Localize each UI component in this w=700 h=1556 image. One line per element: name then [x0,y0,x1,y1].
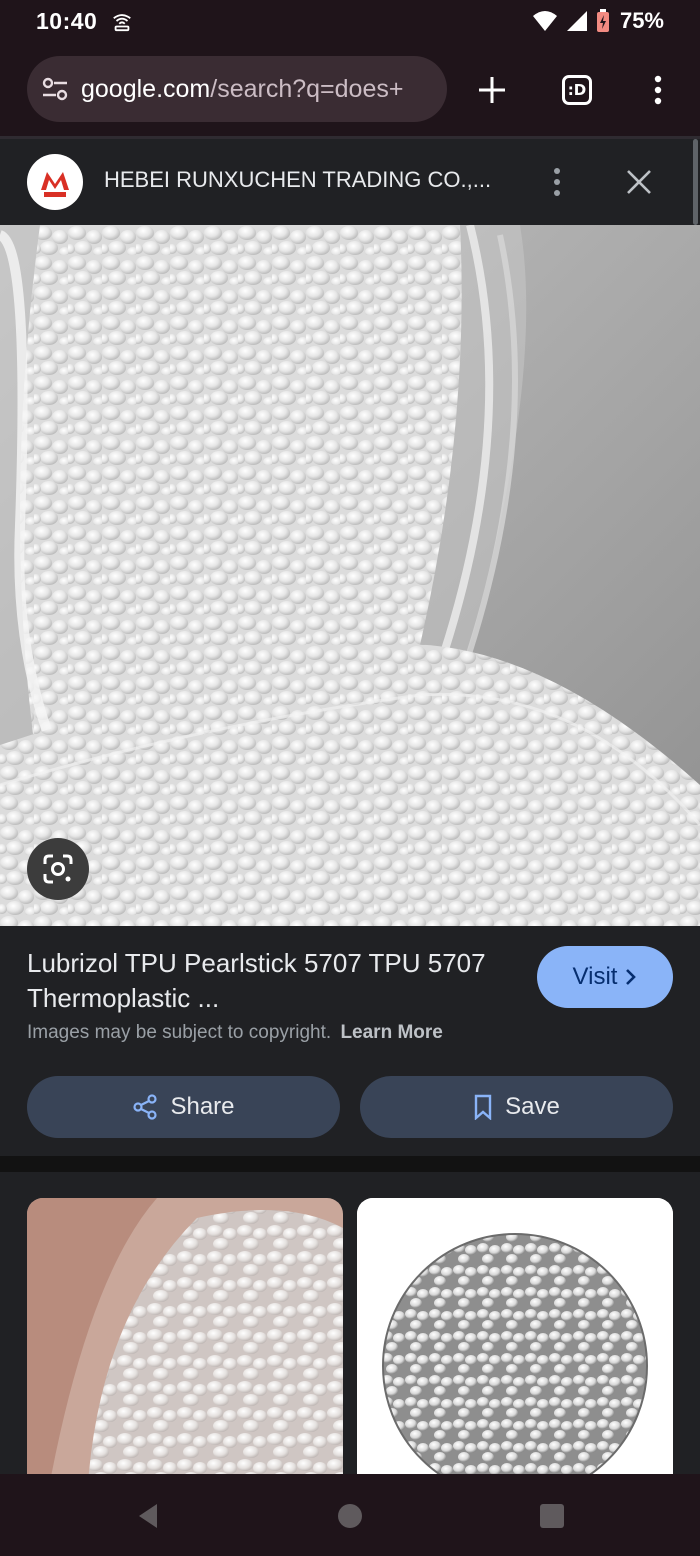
status-bar: 10:40 75% [0,0,700,42]
new-tab-button[interactable] [468,66,516,114]
result-title[interactable]: Lubrizol TPU Pearlstick 5707 TPU 5707 Th… [27,946,517,1016]
browser-menu-button[interactable] [634,66,682,114]
screen: 10:40 75% google.com/search?q=does+:D H… [0,0,700,1556]
more-vert-icon [654,75,662,105]
recents-button[interactable] [532,1496,572,1536]
new-tab-icon [479,77,505,103]
share-label: Share [170,1093,235,1120]
result-image[interactable] [0,225,700,926]
url-text[interactable]: google.com/search?q=does+ [81,75,403,104]
result-info-panel: Lubrizol TPU Pearlstick 5707 TPU 5707 Th… [0,926,700,1156]
tab-switcher-icon: :D [562,75,592,105]
pellets-image [0,225,700,926]
pellets-circle-image [357,1198,673,1474]
source-title[interactable]: HEBEI RUNXUCHEN TRADING CO.,... [104,167,514,193]
battery-icon [596,9,609,32]
pellets-in-hand-image [27,1198,343,1474]
learn-more-link[interactable]: Learn More [340,1022,442,1043]
section-divider [0,1156,700,1172]
copyright-text: Images may be subject to copyright. [27,1022,332,1043]
browser-toolbar: google.com/search?q=does+ :D [0,42,700,138]
related-image-hand[interactable] [27,1198,343,1474]
share-icon [133,1094,158,1120]
url-path: /search?q=does+ [210,74,404,103]
source-logo[interactable] [27,154,83,210]
hotspot-icon [113,14,132,32]
visit-label: Visit [572,963,618,990]
visit-button[interactable]: Visit [537,946,673,1008]
copyright-notice: Images may be subject to copyright. Lear… [27,1022,443,1044]
related-images-grid [0,1172,700,1474]
lens-icon [43,854,73,884]
recents-icon [540,1504,564,1528]
related-image-circle[interactable] [357,1198,673,1474]
close-icon [627,170,651,194]
site-settings-icon[interactable] [41,75,69,103]
status-icons: 75% [532,8,664,34]
source-menu-button[interactable] [534,159,580,205]
back-button[interactable] [128,1496,168,1536]
source-logo-icon [34,161,76,203]
home-button[interactable] [330,1496,370,1536]
more-vert-icon [554,168,560,196]
url-host: google.com [81,74,211,103]
google-lens-button[interactable] [27,838,89,900]
save-label: Save [505,1093,560,1120]
scrollbar-thumb[interactable] [693,139,698,225]
back-icon [139,1504,157,1528]
close-button[interactable] [616,159,662,205]
address-bar[interactable]: google.com/search?q=does+ [27,56,447,122]
cell-signal-icon [566,11,587,31]
chevron-right-icon [626,969,637,985]
share-button[interactable]: Share [27,1076,340,1138]
bookmark-icon [474,1094,492,1120]
tab-switcher-button[interactable]: :D [553,66,601,114]
source-header: HEBEI RUNXUCHEN TRADING CO.,... [0,139,700,225]
home-icon [338,1504,362,1528]
system-nav-bar [0,1474,700,1556]
status-time: 10:40 [36,7,98,34]
save-button[interactable]: Save [360,1076,673,1138]
wifi-icon [532,11,557,31]
battery-percent: 75% [619,8,664,33]
